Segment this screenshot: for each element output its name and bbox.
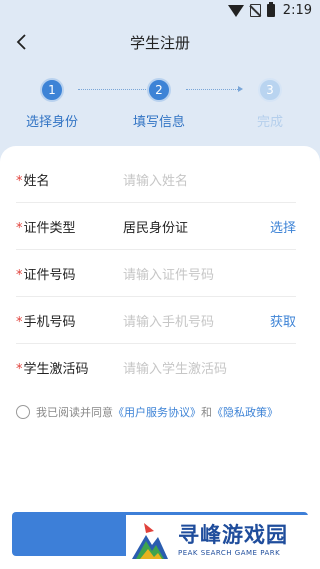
- step-1-label: 选择身份: [25, 115, 78, 130]
- required-mark: *: [16, 362, 23, 377]
- agreement-row: 我已阅读并同意 《用户服务协议》 和 《隐私政策》: [16, 404, 278, 420]
- get-code-button[interactable]: 获取: [270, 311, 296, 330]
- activation-code-input[interactable]: 请输入学生激活码: [123, 358, 227, 377]
- mountain-logo-icon: [132, 523, 168, 559]
- page-title: 学生注册: [129, 34, 190, 52]
- agreement-conjunction: 和: [201, 406, 212, 419]
- activation-label: *学生激活码: [16, 362, 89, 377]
- id-number-label: *证件号码: [16, 268, 76, 283]
- no-sim-icon: [249, 4, 261, 17]
- status-icons: 2:19: [227, 2, 312, 18]
- watermark: 寻峰游戏园 PEAK SEARCH GAME PARK: [126, 515, 320, 569]
- id-number-input[interactable]: 请输入证件号码: [123, 264, 214, 283]
- name-row: *姓名 请输入姓名: [16, 156, 296, 203]
- step-1: 1 选择身份: [7, 78, 97, 130]
- step-1-number: 1: [40, 78, 64, 102]
- required-mark: *: [16, 221, 23, 236]
- agreement-checkbox[interactable]: [16, 405, 30, 419]
- step-2: 2 填写信息: [114, 78, 204, 130]
- id-type-value: 居民身份证: [123, 221, 189, 236]
- user-agreement-link[interactable]: 《用户服务协议》: [113, 404, 201, 420]
- status-time: 2:19: [282, 3, 312, 18]
- name-label: *姓名: [16, 174, 50, 189]
- watermark-subtitle: PEAK SEARCH GAME PARK: [178, 549, 281, 557]
- status-bar: 2:19: [0, 0, 320, 24]
- id-type-row: *证件类型 居民身份证 选择: [16, 203, 296, 250]
- navigation-bar: 学生注册: [0, 24, 320, 60]
- step-indicator: 1 选择身份 2 填写信息 3 完成: [0, 78, 320, 130]
- required-mark: *: [16, 268, 23, 283]
- agreement-prefix: 我已阅读并同意: [36, 406, 113, 419]
- step-3: 3 完成: [225, 78, 315, 130]
- step-3-label: 完成: [256, 115, 283, 130]
- required-mark: *: [16, 174, 23, 189]
- id-type-select-button[interactable]: 选择: [270, 217, 296, 236]
- phone-label: *手机号码: [16, 315, 76, 330]
- id-number-row: *证件号码 请输入证件号码: [16, 250, 296, 297]
- required-mark: *: [16, 315, 23, 330]
- activation-row: *学生激活码 请输入学生激活码: [16, 344, 296, 391]
- registration-form: *姓名 请输入姓名 *证件类型 居民身份证 选择 *证件号码 请输入证件号码 *…: [0, 146, 320, 569]
- step-2-number: 2: [147, 78, 171, 102]
- wifi-icon: [227, 4, 244, 17]
- battery-icon: [266, 2, 275, 17]
- id-type-label: *证件类型: [16, 221, 76, 236]
- step-3-number: 3: [258, 78, 282, 102]
- step-2-label: 填写信息: [132, 115, 185, 130]
- name-input[interactable]: 请输入姓名: [123, 170, 188, 189]
- privacy-policy-link[interactable]: 《隐私政策》: [212, 404, 278, 420]
- watermark-name: 寻峰游戏园: [178, 523, 288, 547]
- phone-row: *手机号码 请输入手机号码 获取: [16, 297, 296, 344]
- phone-input[interactable]: 请输入手机号码: [123, 311, 214, 330]
